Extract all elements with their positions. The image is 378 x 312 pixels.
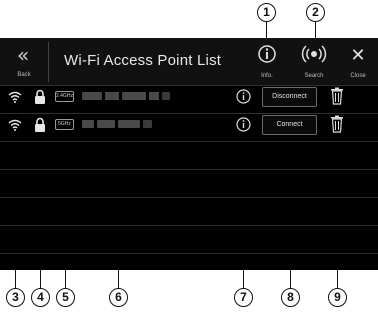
list-item-access-point[interactable]: 2.4GHz Disconnect — [0, 85, 378, 113]
search-button[interactable]: Search — [293, 42, 335, 82]
lock-icon — [35, 117, 45, 132]
header-divider — [48, 42, 49, 82]
close-button[interactable]: ✕ Close — [340, 42, 376, 82]
wifi-icon — [8, 119, 22, 131]
search-button-label: Search — [304, 73, 324, 79]
back-chevron-icon: « — [17, 43, 30, 67]
wifi-icon — [8, 91, 22, 103]
frequency-band-badge: 5GHz — [55, 119, 74, 130]
ssid-redacted — [82, 92, 173, 102]
trash-icon[interactable] — [330, 115, 344, 133]
callout-3: 3 — [6, 288, 25, 307]
callout-6: 6 — [109, 288, 128, 307]
connect-button[interactable]: Connect — [262, 115, 317, 135]
page-title: Wi-Fi Access Point List — [64, 52, 222, 69]
row-divider — [0, 253, 378, 254]
list-item-access-point[interactable]: 5GHz Connect — [0, 113, 378, 141]
row-divider — [0, 169, 378, 170]
info-button[interactable]: Info. — [249, 42, 285, 82]
callout-8: 8 — [281, 288, 300, 307]
lock-icon — [35, 89, 45, 104]
row-divider — [0, 225, 378, 226]
callout-4: 4 — [31, 288, 50, 307]
info-icon[interactable] — [236, 117, 251, 132]
info-button-label: Info. — [261, 73, 273, 79]
callout-5: 5 — [56, 288, 75, 307]
callout-1: 1 — [257, 3, 276, 22]
search-broadcast-icon — [301, 45, 327, 63]
info-icon[interactable] — [236, 89, 251, 104]
frequency-band-badge: 2.4GHz — [55, 91, 74, 102]
callout-7: 7 — [234, 288, 253, 307]
back-button-label: Back — [17, 72, 31, 78]
back-button[interactable]: « Back — [4, 42, 44, 82]
trash-icon[interactable] — [330, 87, 344, 105]
wifi-access-point-screen: « Back Wi-Fi Access Point List Info. Sea… — [0, 38, 378, 270]
close-button-label: Close — [350, 73, 366, 79]
callout-2: 2 — [306, 3, 325, 22]
info-icon — [258, 45, 276, 63]
screen-header: « Back Wi-Fi Access Point List Info. Sea… — [0, 38, 378, 85]
disconnect-button[interactable]: Disconnect — [262, 87, 317, 107]
row-divider — [0, 141, 378, 142]
close-icon: ✕ — [350, 45, 366, 66]
ssid-redacted — [82, 120, 155, 130]
callout-9: 9 — [328, 288, 347, 307]
row-divider — [0, 197, 378, 198]
